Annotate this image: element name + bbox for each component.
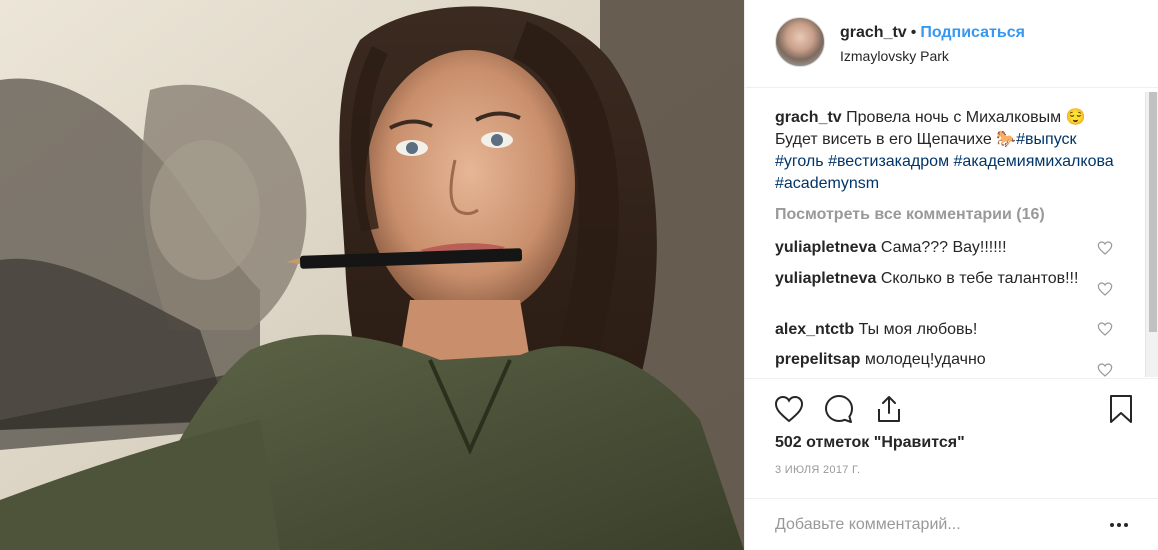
comments-scrollbar[interactable] bbox=[1145, 92, 1158, 377]
hashtag-link[interactable]: #уголь bbox=[775, 153, 824, 170]
comment-input[interactable]: Добавьте комментарий... bbox=[775, 516, 961, 534]
comment-item: yuliapletneva Сама??? Вау!!!!!! bbox=[775, 237, 1095, 259]
comment-like-heart-icon[interactable] bbox=[1097, 362, 1113, 378]
caption-username[interactable]: grach_tv bbox=[775, 109, 842, 126]
comment-like-heart-icon[interactable] bbox=[1097, 240, 1113, 256]
post-photo[interactable] bbox=[0, 0, 744, 550]
comment-username[interactable]: yuliapletneva bbox=[775, 270, 876, 287]
hashtag-link[interactable]: #academynsm bbox=[775, 175, 879, 192]
hashtag-link[interactable]: #выпуск bbox=[1016, 131, 1076, 148]
view-all-comments-button[interactable]: Посмотреть все комментарии (16) bbox=[775, 206, 1045, 224]
header-line: grach_tv • Подписаться bbox=[840, 24, 1025, 42]
post-date: 3 ИЮЛЯ 2017 Г. bbox=[775, 464, 861, 476]
location-link[interactable]: Izmaylovsky Park bbox=[840, 48, 949, 64]
post-actions: 502 отметок "Нравится" 3 ИЮЛЯ 2017 Г. bbox=[745, 378, 1158, 498]
hashtag-link[interactable]: #академиямихалкова bbox=[954, 153, 1114, 170]
comment-like-heart-icon[interactable] bbox=[1097, 281, 1113, 297]
more-options-icon[interactable] bbox=[1109, 517, 1129, 533]
heart-icon[interactable] bbox=[773, 393, 805, 425]
follow-button[interactable]: Подписаться bbox=[920, 24, 1025, 41]
comment-item: yuliapletneva Сколько в тебе талантов!!! bbox=[775, 268, 1095, 290]
post-caption: grach_tv Провела ночь с Михалковым 😌 Буд… bbox=[775, 107, 1120, 195]
post-header: grach_tv • Подписаться Izmaylovsky Park bbox=[745, 0, 1158, 88]
comment-item: alex_ntctb Ты моя любовь! bbox=[775, 319, 1095, 341]
scrollbar-thumb[interactable] bbox=[1149, 92, 1157, 332]
comments-list[interactable]: grach_tv Провела ночь с Михалковым 😌 Буд… bbox=[745, 88, 1145, 378]
header-username[interactable]: grach_tv bbox=[840, 24, 907, 41]
photo-illustration bbox=[0, 0, 744, 550]
hashtag-link[interactable]: #вестизакадром bbox=[828, 153, 949, 170]
comment-username[interactable]: alex_ntctb bbox=[775, 321, 854, 338]
comment-text: Ты моя любовь! bbox=[858, 321, 978, 338]
comment-username[interactable]: prepelitsap bbox=[775, 351, 860, 368]
comment-like-heart-icon[interactable] bbox=[1097, 321, 1113, 337]
avatar[interactable] bbox=[775, 17, 825, 67]
post-sidebar: grach_tv • Подписаться Izmaylovsky Park gr… bbox=[744, 0, 1158, 550]
comment-text: Сама??? Вау!!!!!! bbox=[880, 239, 1007, 256]
share-icon[interactable] bbox=[873, 393, 905, 425]
comment-icon[interactable] bbox=[823, 393, 855, 425]
comment-text: молодец!удачно bbox=[864, 351, 986, 368]
comment-item: prepelitsap молодец!удачно bbox=[775, 349, 1095, 371]
bookmark-icon[interactable] bbox=[1105, 393, 1137, 425]
add-comment-bar: Добавьте комментарий... bbox=[745, 498, 1158, 550]
separator-dot: • bbox=[910, 24, 917, 41]
comment-username[interactable]: yuliapletneva bbox=[775, 239, 876, 256]
comment-text: Сколько в тебе талантов!!! bbox=[880, 270, 1079, 287]
likes-count[interactable]: 502 отметок "Нравится" bbox=[775, 434, 965, 452]
